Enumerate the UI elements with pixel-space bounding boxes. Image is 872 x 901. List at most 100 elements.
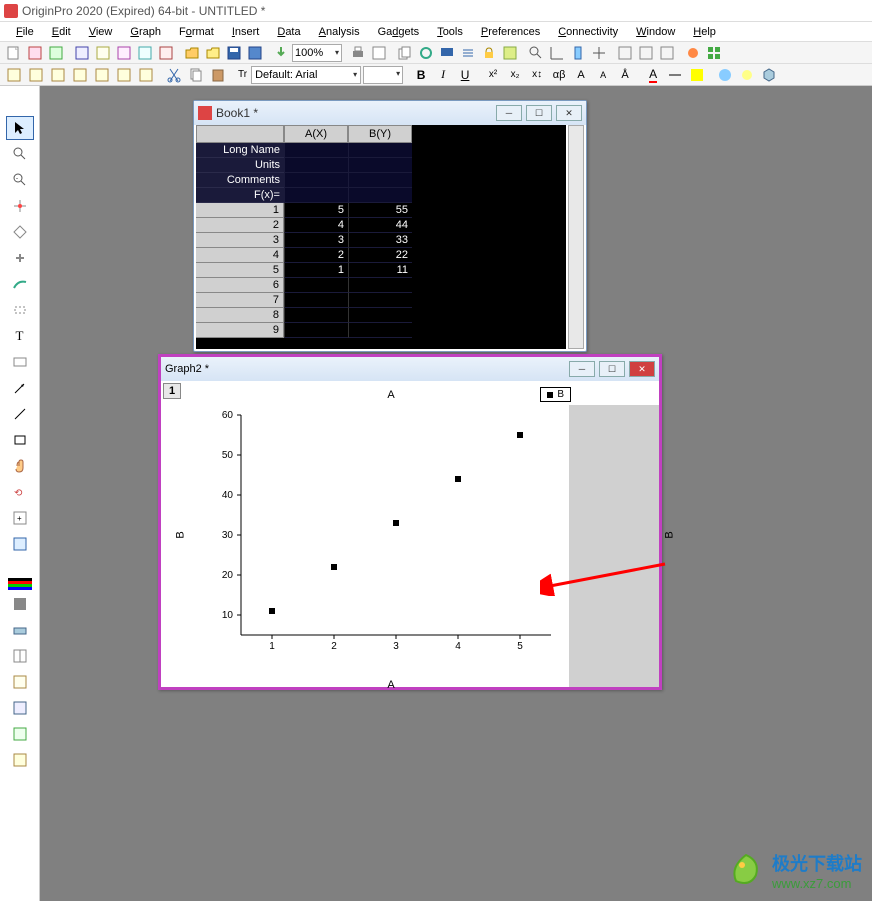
color-stack[interactable] (8, 578, 32, 590)
cell-longname-b[interactable] (348, 143, 412, 158)
annotation-tool-icon[interactable] (6, 350, 34, 374)
cell[interactable]: 55 (348, 203, 412, 218)
palette-icon[interactable] (715, 66, 735, 84)
menu-insert[interactable]: Insert (224, 24, 268, 40)
row-num[interactable]: 7 (196, 293, 284, 308)
layer-tool-icon[interactable] (6, 618, 34, 642)
add-column-icon[interactable] (568, 44, 588, 62)
scale-in-icon[interactable] (6, 696, 34, 720)
copy-icon[interactable] (186, 66, 206, 84)
cell[interactable] (348, 278, 412, 293)
cell[interactable] (348, 293, 412, 308)
row-num[interactable]: 3 (196, 233, 284, 248)
book-minimize-button[interactable]: ─ (496, 105, 522, 121)
lighting-icon[interactable] (737, 66, 757, 84)
new-matrix-icon[interactable] (93, 44, 113, 62)
refresh-icon[interactable] (416, 44, 436, 62)
cell[interactable]: 11 (348, 263, 412, 278)
subscript-icon[interactable]: x₂ (505, 66, 525, 84)
row-num[interactable]: 8 (196, 308, 284, 323)
data-selector-icon[interactable] (6, 220, 34, 244)
font-select[interactable]: Default: Arial▾ (251, 66, 361, 84)
row-fx[interactable]: F(x)= (196, 188, 284, 203)
duplicate-icon[interactable] (395, 44, 415, 62)
col-header-a[interactable]: A(X) (284, 125, 348, 143)
menu-data[interactable]: Data (269, 24, 308, 40)
worksheet-icon4[interactable] (70, 66, 90, 84)
data-reader-icon[interactable] (589, 44, 609, 62)
y-axis-label[interactable]: B (175, 531, 187, 538)
menu-file[interactable]: File (8, 24, 42, 40)
cell-fx-a[interactable] (284, 188, 348, 203)
row-comments[interactable]: Comments (196, 173, 284, 188)
new-excel-icon[interactable] (46, 44, 66, 62)
worksheet-icon[interactable] (4, 66, 24, 84)
underline-icon[interactable]: U (455, 66, 475, 84)
row-num[interactable]: 5 (196, 263, 284, 278)
x-axis-label[interactable]: A (387, 679, 394, 691)
cell[interactable]: 4 (284, 218, 348, 233)
save-icon[interactable] (224, 44, 244, 62)
line-style-icon[interactable] (665, 66, 685, 84)
lock-icon[interactable] (479, 44, 499, 62)
cell-units-b[interactable] (348, 158, 412, 173)
greek-icon[interactable]: αβ (549, 66, 569, 84)
reader-tool-icon[interactable] (6, 194, 34, 218)
toolbar-btn-c[interactable] (657, 44, 677, 62)
book-close-button[interactable]: ✕ (556, 105, 582, 121)
toolbar-btn-b[interactable] (636, 44, 656, 62)
worksheet-icon6[interactable] (114, 66, 134, 84)
cell[interactable]: 2 (284, 248, 348, 263)
insert-graph-icon[interactable] (6, 532, 34, 556)
data-point[interactable] (455, 476, 461, 482)
cell[interactable] (284, 308, 348, 323)
cell[interactable]: 22 (348, 248, 412, 263)
new-project-icon[interactable] (4, 44, 24, 62)
draw-data-icon[interactable] (6, 272, 34, 296)
cell-units-a[interactable] (284, 158, 348, 173)
new-graph-icon[interactable] (72, 44, 92, 62)
row-num[interactable]: 4 (196, 248, 284, 263)
plot-area[interactable]: A B B B A 10 20 30 40 50 60 (211, 405, 571, 665)
menu-gadgets[interactable]: Gadgets (370, 24, 428, 40)
book-maximize-button[interactable]: ☐ (526, 105, 552, 121)
batch-icon[interactable] (500, 44, 520, 62)
cell[interactable] (284, 323, 348, 338)
import-icon[interactable] (271, 44, 291, 62)
rescale-tool-icon[interactable]: - (6, 168, 34, 192)
add-layer-icon[interactable] (6, 722, 34, 746)
new-workbook-icon[interactable] (25, 44, 45, 62)
zoom-input[interactable]: 100%▾ (292, 44, 342, 62)
recalc-icon[interactable] (458, 44, 478, 62)
cell-comments-b[interactable] (348, 173, 412, 188)
mask-tool-icon[interactable] (6, 246, 34, 270)
cell[interactable] (284, 278, 348, 293)
cell[interactable]: 3 (284, 233, 348, 248)
cell[interactable] (348, 308, 412, 323)
extract-tool-icon[interactable] (6, 670, 34, 694)
superscript-icon[interactable]: x² (483, 66, 503, 84)
apps-icon[interactable] (704, 44, 724, 62)
graph-body[interactable]: 1 A B B B A 10 20 30 40 50 60 (161, 381, 659, 687)
supersubscript-icon[interactable]: x↕ (527, 66, 547, 84)
print-icon[interactable] (348, 44, 368, 62)
cell[interactable]: 33 (348, 233, 412, 248)
new-book-icon[interactable] (6, 748, 34, 772)
menu-edit[interactable]: Edit (44, 24, 79, 40)
book-scrollbar[interactable] (568, 125, 584, 349)
digitize-icon[interactable] (683, 44, 703, 62)
fill-color-icon[interactable] (687, 66, 707, 84)
toolbar-btn-a[interactable] (615, 44, 635, 62)
rescale-icon[interactable] (547, 44, 567, 62)
open-icon[interactable] (182, 44, 202, 62)
worksheet-icon5[interactable] (92, 66, 112, 84)
font-inc-icon[interactable]: A (571, 66, 591, 84)
plot-title[interactable]: A (387, 389, 394, 401)
arrow-tool-icon[interactable] (6, 376, 34, 400)
row-longname[interactable]: Long Name (196, 143, 284, 158)
print-preview-icon[interactable] (369, 44, 389, 62)
menu-connectivity[interactable]: Connectivity (550, 24, 626, 40)
cell-fx-b[interactable] (348, 188, 412, 203)
zoom-in-icon[interactable] (526, 44, 546, 62)
graph-minimize-button[interactable]: ─ (569, 361, 595, 377)
